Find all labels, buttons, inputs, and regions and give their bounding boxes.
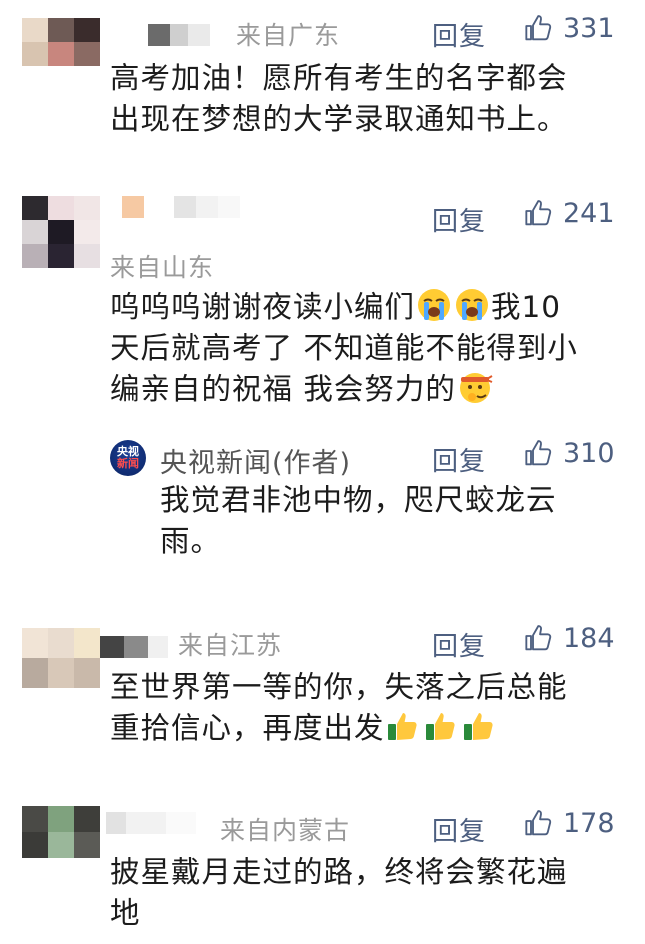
thumbs-up-outline-icon [525,810,552,836]
comment-line: 重拾信心，再度出发 [110,711,385,745]
avatar[interactable] [22,628,100,688]
location-label: 来自广东 [236,21,341,50]
username-blurred[interactable] [122,196,240,218]
like-button[interactable]: 331 [523,12,615,44]
comment-line: 我10 [491,290,562,324]
reply-line: 我觉君非池中物，咫尺蛟龙云 [160,483,557,517]
thumbs-up-outline-icon [525,200,552,226]
location-label: 来自山东 [110,253,215,282]
comment-line: 出现在梦想的大学录取通知书上。 [110,102,568,136]
location-label: 来自内蒙古 [220,816,351,845]
comment-text: 披星戴月走过的路，终将会繁花遍 地 [110,852,568,934]
avatar[interactable] [22,806,100,858]
username-blurred[interactable] [148,24,210,46]
like-button[interactable]: 241 [523,197,615,229]
thumbs-up-emoji-icon [387,713,417,740]
comment-line: 呜呜呜谢谢夜读小编们 [110,290,416,324]
author-name[interactable]: 央视新闻(作者) [160,441,351,480]
comment-line: 天后就高考了 不知道能不能得到小 [110,331,578,365]
comment-text: 高考加油！愿所有考生的名字都会 出现在梦想的大学录取通知书上。 [110,58,568,140]
headband-face-icon [459,373,493,403]
username-blurred[interactable] [106,812,196,834]
like-button[interactable]: 184 [523,622,615,654]
like-button[interactable]: 178 [523,807,615,839]
avatar[interactable] [22,196,100,268]
logo-bottom: 新闻 [117,457,139,470]
thumbs-up-emoji-icon [463,713,493,740]
like-button[interactable]: 310 [523,437,615,469]
reply-button[interactable]: 回复 [432,811,486,848]
reply-button[interactable]: 回复 [432,201,486,238]
comment-line: 地 [110,896,141,930]
like-count: 184 [563,622,615,654]
like-count: 331 [563,12,615,44]
like-count: 241 [563,197,615,229]
thumbs-up-outline-icon [525,625,552,651]
reply-button[interactable]: 回复 [432,626,486,663]
location-label: 来自江苏 [178,631,283,660]
comment-line: 披星戴月走过的路，终将会繁花遍 [110,855,568,889]
comment-text: 呜呜呜谢谢夜读小编们 我10 天后就高考了 不知道能不能得到小 编亲自的祝福 我会… [110,287,578,410]
thumbs-up-emoji-icon [425,713,455,740]
reply-button[interactable]: 回复 [432,16,486,53]
reply-line: 雨。 [160,524,222,558]
like-count: 178 [563,807,615,839]
username-blurred[interactable] [100,636,168,658]
thumbs-up-outline-icon [525,440,552,466]
comment-line: 至世界第一等的你，失落之后总能 [110,670,568,704]
reply-text: 我觉君非池中物，咫尺蛟龙云 雨。 [160,480,557,562]
thumbs-up-outline-icon [525,15,552,41]
loudly-crying-face-icon [456,289,489,321]
comment-line: 编亲自的祝福 我会努力的 [110,372,456,406]
like-count: 310 [563,437,615,469]
avatar[interactable] [22,18,100,70]
author-avatar[interactable]: 央视 新闻 [110,440,146,476]
loudly-crying-face-icon [418,289,451,321]
reply-button[interactable]: 回复 [432,441,486,478]
comment-text: 至世界第一等的你，失落之后总能 重拾信心，再度出发 [110,667,568,749]
comment-line: 高考加油！愿所有考生的名字都会 [110,61,568,95]
